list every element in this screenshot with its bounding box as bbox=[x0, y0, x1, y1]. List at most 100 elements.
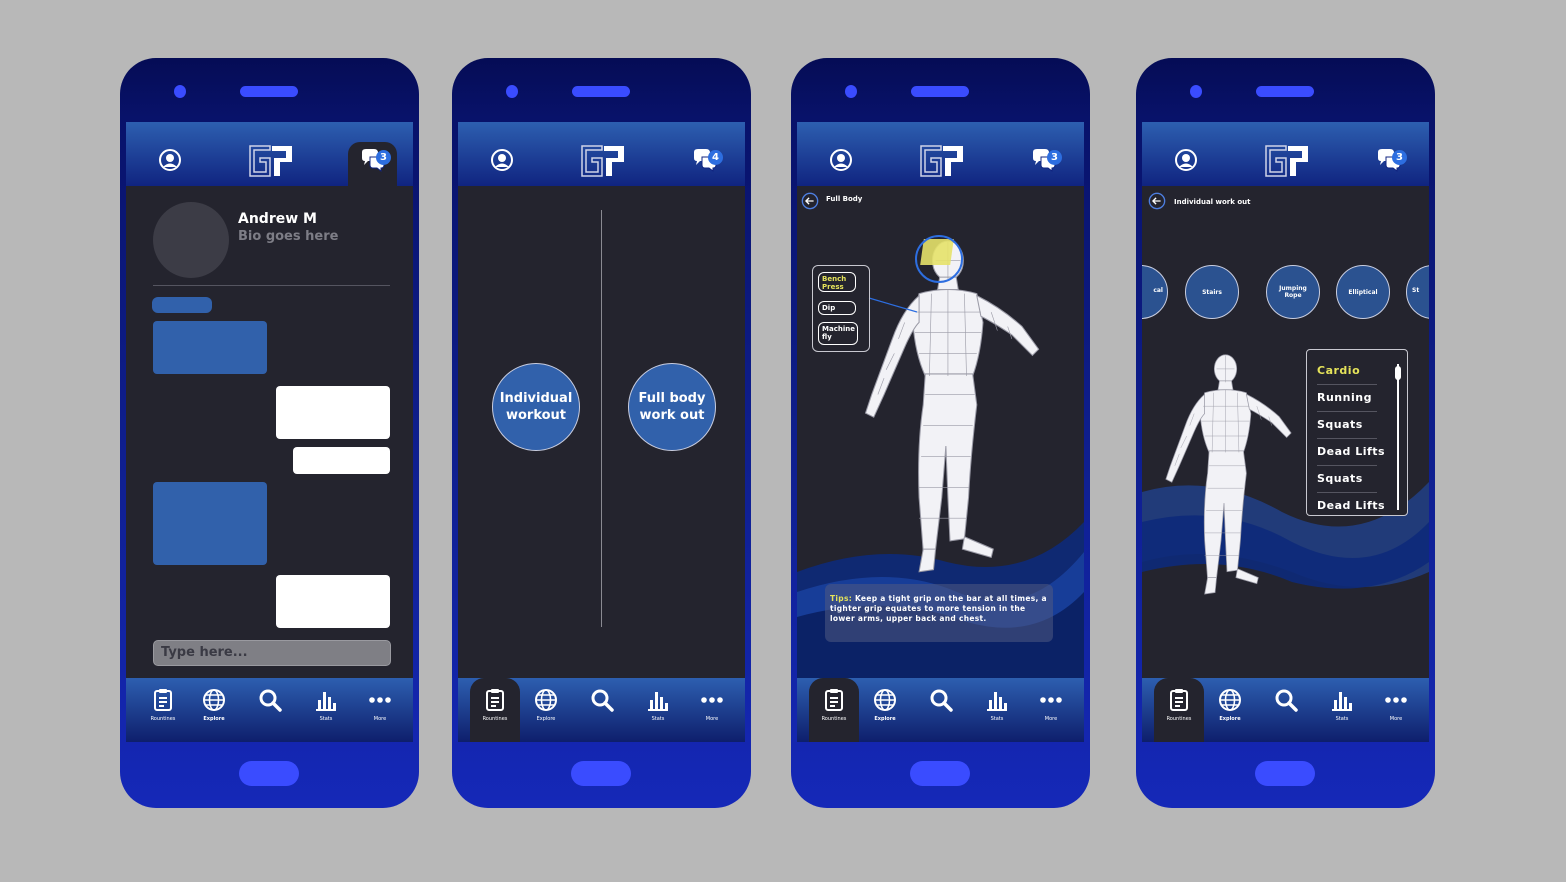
divider bbox=[153, 285, 390, 286]
bottom-nav: Rountines Explore Stats More bbox=[1142, 678, 1429, 742]
exercise-circle-jumping-rope[interactable]: Jumping Rope bbox=[1266, 265, 1320, 319]
avatar[interactable] bbox=[153, 202, 229, 278]
camera bbox=[506, 85, 518, 98]
nav-routines[interactable]: Rountines bbox=[470, 678, 520, 742]
bottom-nav: Rountines Explore Stats More bbox=[458, 678, 745, 742]
menu-divider bbox=[1317, 438, 1377, 439]
menu-item-squats[interactable]: Squats bbox=[1317, 418, 1363, 431]
notification-badge: 3 bbox=[376, 150, 391, 165]
exercise-option-dip[interactable]: Dip bbox=[818, 301, 856, 315]
menu-scrollbar[interactable] bbox=[1397, 364, 1399, 510]
nav-explore[interactable]: Explore bbox=[860, 678, 910, 742]
nav-search[interactable] bbox=[916, 678, 966, 742]
sent-message-bubble[interactable] bbox=[276, 575, 390, 628]
nav-stats[interactable]: Stats bbox=[301, 678, 351, 742]
nav-explore[interactable]: Explore bbox=[521, 678, 571, 742]
home-button[interactable] bbox=[910, 761, 970, 786]
sent-message-bubble[interactable] bbox=[276, 386, 390, 439]
more-icon bbox=[700, 688, 724, 712]
menu-item-squats[interactable]: Squats bbox=[1317, 472, 1363, 485]
profile-icon[interactable] bbox=[490, 148, 514, 172]
sent-message-bubble[interactable] bbox=[293, 447, 390, 474]
speaker bbox=[911, 86, 969, 97]
nav-search[interactable] bbox=[577, 678, 627, 742]
profile-icon[interactable] bbox=[158, 148, 182, 172]
exercise-circle-stairs[interactable]: Stairs bbox=[1185, 265, 1239, 319]
menu-divider bbox=[1317, 411, 1377, 412]
individual-workout-button[interactable]: Individual workout bbox=[492, 363, 580, 451]
nav-stats[interactable]: Stats bbox=[633, 678, 683, 742]
profile-name: Andrew M bbox=[238, 211, 317, 227]
date-chip bbox=[152, 297, 212, 313]
stats-icon bbox=[314, 688, 338, 712]
logo-icon bbox=[580, 144, 626, 178]
exercise-list: Bench Press Dip Machine fly bbox=[812, 265, 870, 352]
search-icon bbox=[929, 688, 953, 712]
stats-icon bbox=[1330, 688, 1354, 712]
menu-item-running[interactable]: Running bbox=[1317, 391, 1372, 404]
profile-bio: Bio goes here bbox=[238, 229, 339, 244]
nav-explore[interactable]: Explore bbox=[189, 678, 239, 742]
more-icon bbox=[1039, 688, 1063, 712]
phone-chat: 3 Andrew M Bio goes here Type here... Ro… bbox=[120, 58, 419, 808]
nav-routines[interactable]: Rountines bbox=[138, 678, 188, 742]
app-header: 3 bbox=[126, 122, 413, 186]
menu-item-dead-lifts[interactable]: Dead Lifts bbox=[1317, 445, 1385, 458]
exercise-option-bench-press[interactable]: Bench Press bbox=[818, 272, 856, 292]
screen: 4 Individual workout Full body work out … bbox=[458, 122, 745, 742]
body-model[interactable] bbox=[1152, 354, 1302, 600]
search-icon bbox=[1274, 688, 1298, 712]
nav-more[interactable]: More bbox=[355, 678, 405, 742]
nav-search[interactable] bbox=[245, 678, 295, 742]
camera bbox=[1190, 85, 1202, 98]
globe-icon bbox=[534, 688, 558, 712]
phone-full-body: 3 Full Body Bench Press Dip Machine fly … bbox=[791, 58, 1090, 808]
app-header: 4 bbox=[458, 122, 745, 186]
menu-divider bbox=[1317, 492, 1377, 493]
logo-icon bbox=[248, 144, 294, 178]
connector-line bbox=[868, 297, 918, 313]
menu-divider bbox=[1317, 384, 1377, 385]
message-input-placeholder: Type here... bbox=[161, 645, 248, 660]
screen: 3 Individual work out cal Stairs Jumping… bbox=[1142, 122, 1429, 742]
nav-more[interactable]: More bbox=[687, 678, 737, 742]
nav-stats[interactable]: Stats bbox=[1317, 678, 1367, 742]
menu-item-dead-lifts[interactable]: Dead Lifts bbox=[1317, 499, 1385, 512]
home-button[interactable] bbox=[1255, 761, 1315, 786]
phone-individual-workout: 3 Individual work out cal Stairs Jumping… bbox=[1136, 58, 1435, 808]
nav-more[interactable]: More bbox=[1371, 678, 1421, 742]
tips-text: Tips: Keep a tight grip on the bar at al… bbox=[830, 594, 1047, 623]
bottom-nav: Rountines Explore Stats More bbox=[126, 678, 413, 742]
full-body-workout-button[interactable]: Full body work out bbox=[628, 363, 716, 451]
back-arrow-icon[interactable] bbox=[1148, 192, 1166, 210]
received-message-bubble[interactable] bbox=[153, 321, 267, 374]
stats-icon bbox=[985, 688, 1009, 712]
menu-item-cardio[interactable]: Cardio bbox=[1317, 364, 1360, 377]
speaker bbox=[240, 86, 298, 97]
nav-routines[interactable]: Rountines bbox=[1154, 678, 1204, 742]
more-icon bbox=[368, 688, 392, 712]
more-icon bbox=[1384, 688, 1408, 712]
nav-search[interactable] bbox=[1261, 678, 1311, 742]
received-message-bubble[interactable] bbox=[153, 482, 267, 565]
screen: 3 Andrew M Bio goes here Type here... Ro… bbox=[126, 122, 413, 742]
nav-explore[interactable]: Explore bbox=[1205, 678, 1255, 742]
camera bbox=[174, 85, 186, 98]
message-input[interactable]: Type here... bbox=[153, 640, 391, 666]
screen: 3 Full Body Bench Press Dip Machine fly … bbox=[797, 122, 1084, 742]
back-label: Individual work out bbox=[1174, 198, 1251, 206]
clipboard-icon bbox=[822, 688, 846, 712]
stats-icon bbox=[646, 688, 670, 712]
exercise-circle-elliptical[interactable]: Elliptical bbox=[1336, 265, 1390, 319]
search-icon bbox=[258, 688, 282, 712]
exercise-option-machine-fly[interactable]: Machine fly bbox=[818, 322, 858, 345]
menu-scroll-thumb[interactable] bbox=[1395, 366, 1401, 380]
exercise-menu: Cardio Running Squats Dead Lifts Squats … bbox=[1306, 349, 1408, 516]
globe-icon bbox=[202, 688, 226, 712]
nav-stats[interactable]: Stats bbox=[972, 678, 1022, 742]
nav-more[interactable]: More bbox=[1026, 678, 1076, 742]
nav-routines[interactable]: Rountines bbox=[809, 678, 859, 742]
globe-icon bbox=[1218, 688, 1242, 712]
home-button[interactable] bbox=[571, 761, 631, 786]
home-button[interactable] bbox=[239, 761, 299, 786]
